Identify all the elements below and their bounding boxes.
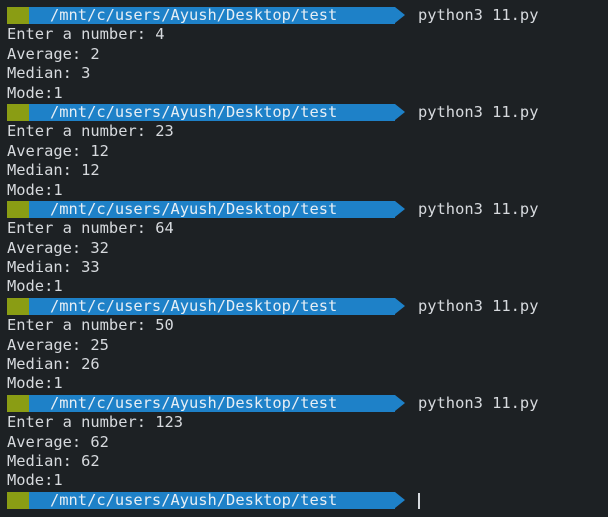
output-median: Median: 62 [7,451,100,470]
output-input-line: Enter a number: 64 [7,219,174,238]
output-mode: Mode:1 [7,83,63,102]
command-text: python3 11.py [418,393,539,412]
prompt-status-segment [7,491,38,509]
prompt-line: /mnt/c/users/Ayush/Desktop/test python3 … [0,103,608,122]
output-median: Median: 33 [7,258,100,277]
output-average: Average: 12 [7,141,109,160]
output-input-line: Enter a number: 123 [7,413,184,432]
prompt-path: /mnt/c/users/Ayush/Desktop/test [50,296,338,315]
prompt-path: /mnt/c/users/Ayush/Desktop/test [50,102,338,121]
prompt-status-segment [7,394,38,412]
output-average: Average: 32 [7,238,109,257]
prompt-status-segment [7,200,38,218]
active-prompt-line[interactable]: /mnt/c/users/Ayush/Desktop/test [0,491,608,510]
output-average: Average: 2 [7,44,100,63]
output-median: Median: 26 [7,355,100,374]
prompt-path: /mnt/c/users/Ayush/Desktop/test [50,199,338,218]
terminal-window[interactable]: /mnt/c/users/Ayush/Desktop/test python3 … [0,0,608,517]
prompt-line: /mnt/c/users/Ayush/Desktop/test python3 … [0,200,608,219]
output-average: Average: 25 [7,335,109,354]
output-median: Median: 12 [7,161,100,180]
prompt-line: /mnt/c/users/Ayush/Desktop/test python3 … [0,6,608,25]
output-average: Average: 62 [7,432,109,451]
prompt-line: /mnt/c/users/Ayush/Desktop/test python3 … [0,394,608,413]
prompt-line: /mnt/c/users/Ayush/Desktop/test python3 … [0,297,608,316]
command-text: python3 11.py [418,102,539,121]
output-mode: Mode:1 [7,471,63,490]
output-input-line: Enter a number: 50 [7,316,174,335]
prompt-status-segment [7,103,38,121]
output-input-line: Enter a number: 23 [7,122,174,141]
output-mode: Mode:1 [7,277,63,296]
prompt-path: /mnt/c/users/Ayush/Desktop/test [50,490,338,509]
output-mode: Mode:1 [7,374,63,393]
command-text: python3 11.py [418,296,539,315]
output-mode: Mode:1 [7,180,63,199]
text-cursor[interactable] [418,492,420,509]
prompt-path: /mnt/c/users/Ayush/Desktop/test [50,6,338,24]
output-input-line: Enter a number: 4 [7,25,165,44]
prompt-status-segment [7,297,38,315]
prompt-status-segment [7,7,38,24]
output-median: Median: 3 [7,64,91,83]
command-text: python3 11.py [418,199,539,218]
command-text: python3 11.py [418,6,539,24]
prompt-path: /mnt/c/users/Ayush/Desktop/test [50,393,338,412]
